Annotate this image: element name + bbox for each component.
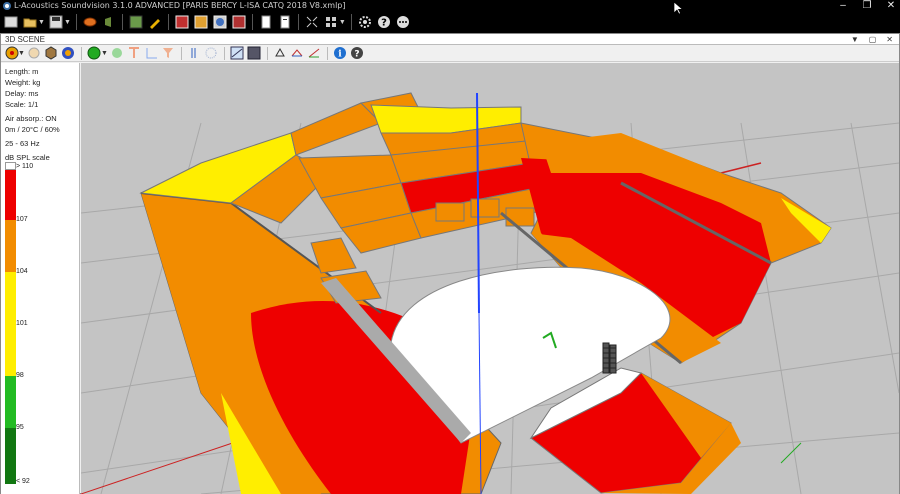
- marker-icon[interactable]: [127, 46, 142, 61]
- toolbar-divider: [297, 14, 299, 30]
- window-title: L-Acoustics Soundvision 3.1.0 ADVANCED […: [14, 1, 346, 10]
- panel-menu-button[interactable]: ▼: [851, 34, 859, 45]
- mapping-icon[interactable]: [193, 14, 209, 30]
- main-toolbar: ▼ ▼ ▼ ?: [0, 12, 900, 32]
- minimize-button[interactable]: –: [838, 0, 848, 12]
- document-icon[interactable]: [258, 14, 274, 30]
- plane-icon[interactable]: [230, 46, 245, 61]
- file-menu-icon[interactable]: [3, 14, 19, 30]
- frequency-band: 25 - 63 Hz: [5, 139, 40, 148]
- svg-text:?: ?: [381, 18, 387, 29]
- axis-icon[interactable]: [144, 46, 159, 61]
- toolbar-divider: [350, 14, 352, 30]
- length-unit: Length: m: [5, 67, 39, 76]
- toolbar-divider: [80, 46, 82, 60]
- toolbar-divider: [75, 14, 77, 30]
- layers-icon[interactable]: [174, 14, 190, 30]
- rotate-icon[interactable]: [273, 46, 288, 61]
- waveform-icon[interactable]: [187, 46, 202, 61]
- pencil-icon[interactable]: [147, 14, 163, 30]
- move-axis-icon[interactable]: [307, 46, 322, 61]
- speaker-array: [602, 342, 617, 374]
- toolbar-divider: [223, 46, 225, 60]
- gear-icon[interactable]: [357, 14, 373, 30]
- more-icon[interactable]: [395, 14, 411, 30]
- cube-icon[interactable]: [44, 46, 59, 61]
- toolbar-divider: [266, 46, 268, 60]
- 3d-viewport[interactable]: [81, 63, 899, 494]
- weight-unit: Weight: kg: [5, 78, 41, 87]
- report-icon[interactable]: [277, 14, 293, 30]
- scene-render: [81, 92, 899, 494]
- panel-close-button[interactable]: ✕: [886, 34, 893, 45]
- scale-darkgreen: [5, 428, 16, 484]
- chevron-down-icon[interactable]: ▼: [339, 19, 346, 26]
- toolbar-divider: [180, 46, 182, 60]
- plane-dark-icon[interactable]: [247, 46, 262, 61]
- radial-icon[interactable]: [204, 46, 219, 61]
- scale-unit: Scale: 1/1: [5, 100, 39, 109]
- maximize-button[interactable]: ❐: [862, 0, 872, 12]
- folder-icon[interactable]: [22, 14, 38, 30]
- chevron-down-icon[interactable]: ▼: [101, 50, 108, 57]
- scale-red: [5, 170, 16, 220]
- filter-icon[interactable]: [161, 46, 176, 61]
- atmospheric-conditions: 0m / 20°C / 60%: [5, 125, 60, 134]
- air-absorption: Air absorp.: ON: [5, 114, 57, 123]
- sphere-light-icon[interactable]: [27, 46, 42, 61]
- scale-tick: < 92: [16, 478, 30, 485]
- save-icon[interactable]: [48, 14, 64, 30]
- panel-float-button[interactable]: ▢: [869, 34, 877, 45]
- green-ball-icon[interactable]: [87, 46, 102, 61]
- help-icon[interactable]: ?: [376, 14, 392, 30]
- expand-icon[interactable]: [304, 14, 320, 30]
- info-icon[interactable]: i: [333, 46, 348, 61]
- spl-color-scale: [5, 162, 16, 484]
- svg-text:i: i: [339, 50, 343, 60]
- title-bar: L-Acoustics Soundvision 3.1.0 ADVANCED […: [0, 0, 900, 12]
- mouse-cursor-icon: [673, 1, 683, 15]
- scale-tick: 101: [16, 320, 28, 327]
- chevron-down-icon[interactable]: ▼: [64, 19, 71, 26]
- arrange-icon[interactable]: [323, 14, 339, 30]
- move-icon[interactable]: [290, 46, 305, 61]
- scale-tick: > 110: [16, 163, 34, 170]
- scale-green: [5, 376, 16, 428]
- speaker-icon[interactable]: [101, 14, 117, 30]
- toolbar-divider: [167, 14, 169, 30]
- scene-toolbar: ▼ ▼ i ?: [1, 45, 899, 62]
- color-wheel-icon[interactable]: [61, 46, 76, 61]
- green-ball-faded-icon[interactable]: [110, 46, 125, 61]
- scale-white: [5, 162, 16, 170]
- chevron-down-icon[interactable]: ▼: [38, 19, 45, 26]
- source-icon[interactable]: [82, 14, 98, 30]
- toolbar-divider: [251, 14, 253, 30]
- scale-tick: 95: [16, 424, 24, 431]
- scale-orange: [5, 220, 16, 272]
- scale-title: dB SPL scale: [5, 153, 50, 162]
- spl-legend: Length: m Weight: kg Delay: ms Scale: 1/…: [1, 63, 80, 494]
- chevron-down-icon[interactable]: ▼: [18, 50, 25, 57]
- toolbar-divider: [121, 14, 123, 30]
- x-axis-line: [720, 162, 762, 174]
- help-icon[interactable]: ?: [350, 46, 365, 61]
- scale-tick: 107: [16, 216, 28, 223]
- scale-tick: 98: [16, 372, 24, 379]
- sphere-icon[interactable]: [212, 14, 228, 30]
- grid-icon[interactable]: [128, 14, 144, 30]
- scale-tick: 104: [16, 268, 28, 275]
- app-icon: [3, 2, 11, 10]
- film-icon[interactable]: [231, 14, 247, 30]
- delay-unit: Delay: ms: [5, 89, 39, 98]
- y-axis-line: [780, 442, 802, 464]
- target-icon[interactable]: [4, 46, 19, 61]
- scale-yellow: [5, 272, 16, 376]
- toolbar-divider: [326, 46, 328, 60]
- close-button[interactable]: ✕: [886, 0, 896, 12]
- svg-text:?: ?: [355, 50, 360, 60]
- panel-header: 3D SCENE ▼ ▢ ✕: [1, 34, 899, 45]
- scene-panel: 3D SCENE ▼ ▢ ✕ ▼ ▼ i ? Length: m Weight:…: [0, 33, 900, 494]
- panel-title: 3D SCENE: [5, 35, 46, 44]
